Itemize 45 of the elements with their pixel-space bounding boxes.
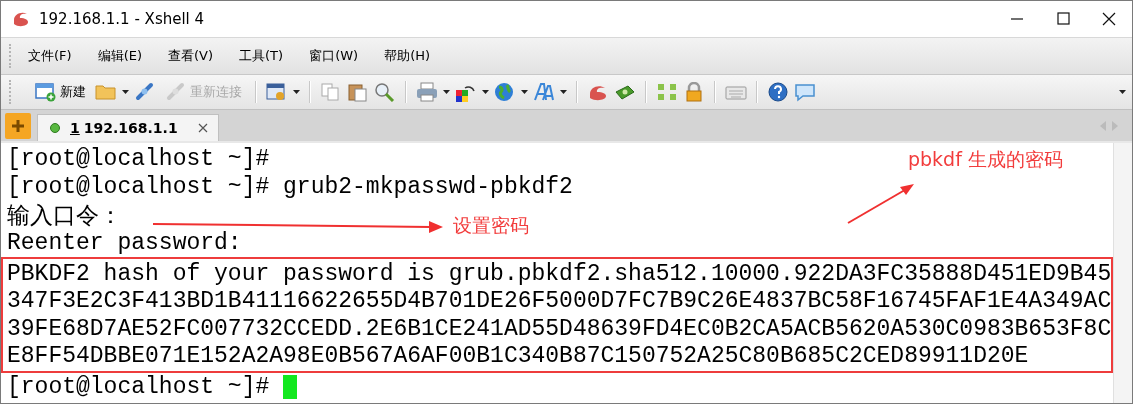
link-icon: [165, 82, 187, 102]
caret-icon[interactable]: [560, 90, 567, 94]
window-title: 192.168.1.1 - Xshell 4: [39, 10, 205, 28]
menu-item[interactable]: 帮助(H): [382, 45, 433, 67]
session-tab[interactable]: 1 192.168.1.1: [37, 114, 219, 141]
caret-icon[interactable]: [482, 90, 489, 94]
annotation-text: 设置密码: [453, 213, 529, 238]
menu-item[interactable]: 文件(F): [26, 45, 74, 67]
globe-icon[interactable]: [494, 82, 516, 102]
caret-icon[interactable]: [443, 90, 450, 94]
terminal-line: E8FF54DBBE071E152A2A98E0B567A6AF00B1C340B87C150752A25C80B685C2CED89911D20E: [7, 343, 1029, 369]
scrollbar[interactable]: [1113, 143, 1132, 403]
menu-item[interactable]: 窗口(W): [307, 45, 361, 67]
link-icon[interactable]: [134, 82, 156, 102]
chat-icon[interactable]: [794, 82, 816, 102]
app-logo-icon: [11, 10, 31, 28]
terminal-line: [root@localhost ~]#: [7, 374, 270, 400]
menu-item[interactable]: 编辑(E): [95, 45, 144, 67]
terminal-line: 347F3E2C3F413BD1B41116622655D4B701DE26F5000D7FC7B9C26E4837BC58F16745FAF1E4A349AC: [7, 288, 1112, 314]
terminal-line: [root@localhost ~]#: [7, 146, 270, 172]
caret-icon[interactable]: [122, 90, 129, 94]
terminal-line: [root@localhost ~]# grub2-mkpasswd-pbkdf2: [7, 174, 573, 200]
annotation-arrow: [846, 181, 916, 225]
printer-icon[interactable]: [416, 82, 438, 102]
menu-item[interactable]: 工具(T): [237, 45, 286, 67]
lock-icon[interactable]: [683, 82, 705, 102]
properties-icon[interactable]: [266, 82, 288, 102]
close-icon[interactable]: [197, 123, 208, 133]
new-session-button[interactable]: 新建: [31, 82, 90, 102]
terminal-line: Reenter password:: [7, 230, 242, 256]
terminal-line: 输入口令：: [7, 202, 122, 231]
add-tab-icon[interactable]: [5, 112, 31, 139]
caret-icon[interactable]: [293, 90, 300, 94]
paste-icon[interactable]: [347, 82, 369, 102]
terminal-line: PBKDF2 hash of your password is grub.pbkdf2.sha512.10000.922DA3FC35888D451ED9B45: [7, 261, 1112, 287]
caret-icon[interactable]: [521, 90, 528, 94]
help-icon[interactable]: [767, 82, 789, 102]
overflow-caret-icon[interactable]: [1119, 90, 1126, 94]
menu-item[interactable]: 查看(V): [166, 45, 216, 67]
status-dot-icon: [50, 123, 60, 133]
new-window-icon: [35, 82, 57, 102]
font-icon[interactable]: [533, 82, 555, 102]
annotation-text: pbkdf 生成的密码: [908, 147, 1063, 172]
search-icon[interactable]: [374, 82, 396, 102]
terminal-line: 39FE68D7AE52FC007732CCEDD.2E6B1CE241AD55D48639FD4EC0B2CA5ACB5620A530C0983B653F8C: [7, 316, 1112, 342]
